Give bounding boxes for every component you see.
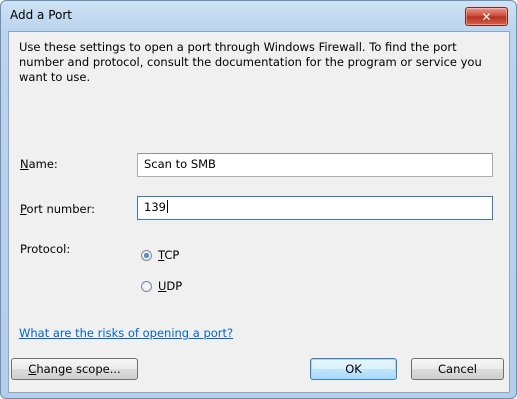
change-scope-button[interactable]: Change scope... xyxy=(11,358,138,380)
intro-text: Use these settings to open a port throug… xyxy=(19,40,482,84)
ok-label: OK xyxy=(345,362,362,376)
close-button[interactable]: ✕ xyxy=(465,7,508,26)
tcp-label: TCP xyxy=(158,248,180,262)
name-field[interactable]: Scan to SMB xyxy=(137,153,493,177)
text-caret xyxy=(166,200,168,213)
dialog-title: Add a Port xyxy=(10,8,73,22)
udp-label: UDP xyxy=(158,279,183,293)
protocol-tcp-radio[interactable]: TCP xyxy=(141,248,179,262)
protocol-udp-radio[interactable]: UDP xyxy=(141,279,182,293)
port-number-value: 139 xyxy=(144,200,166,214)
port-number-label: Port number: xyxy=(20,202,96,216)
change-scope-label: Change scope... xyxy=(28,362,121,376)
risks-link[interactable]: What are the risks of opening a port? xyxy=(19,326,233,340)
title-bar[interactable]: Add a Port ✕ xyxy=(1,1,516,31)
protocol-label: Protocol: xyxy=(20,242,71,256)
cancel-button[interactable]: Cancel xyxy=(411,358,504,380)
port-number-field[interactable]: 139 xyxy=(137,196,493,220)
add-a-port-dialog: Add a Port ✕ Use these settings to open … xyxy=(0,0,517,399)
ok-button[interactable]: OK xyxy=(310,358,397,380)
radio-unselected-icon xyxy=(141,280,152,292)
cancel-label: Cancel xyxy=(438,362,477,376)
dialog-client-area: Use these settings to open a port throug… xyxy=(8,31,510,393)
name-label: Name: xyxy=(20,157,58,171)
close-icon: ✕ xyxy=(481,9,492,24)
radio-selected-icon xyxy=(141,249,152,261)
name-field-value: Scan to SMB xyxy=(144,157,216,171)
